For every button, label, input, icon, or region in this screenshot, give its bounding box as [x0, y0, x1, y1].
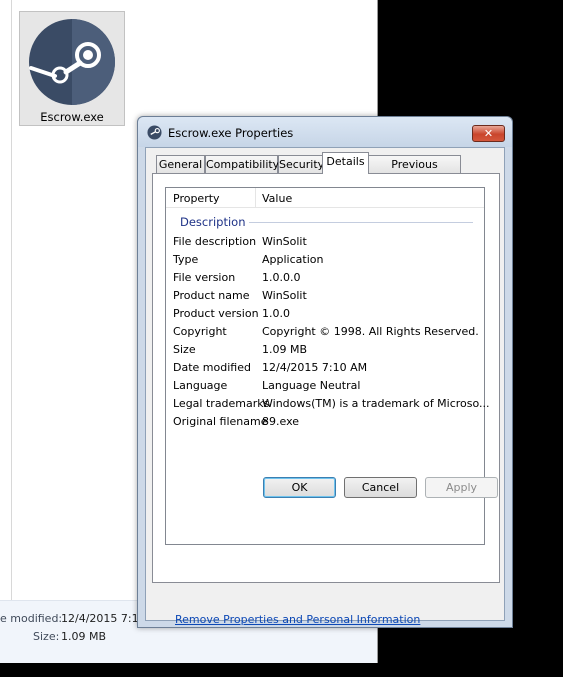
tab-details[interactable]: Details [322, 152, 369, 174]
size-value: 1.09 MB [61, 630, 107, 643]
property-value: 1.09 MB [262, 343, 308, 356]
ok-button[interactable]: OK [263, 477, 336, 498]
property-name: Product name [173, 289, 250, 302]
property-row[interactable]: File version 1.0.0.0 [166, 269, 484, 287]
date-modified-value: 12/4/2015 7:10 [61, 612, 146, 625]
property-value: Windows(TM) is a trademark of Microso... [262, 397, 490, 410]
property-name: Date modified [173, 361, 251, 374]
property-name: Product version [173, 307, 259, 320]
property-row[interactable]: Date modified 12/4/2015 7:10 AM [166, 359, 484, 377]
property-value: WinSolit [262, 235, 307, 248]
steam-icon [29, 19, 115, 105]
column-separator[interactable] [255, 188, 256, 208]
property-value: 1.0.0.0 [262, 271, 301, 284]
property-name: Size [173, 343, 196, 356]
property-row[interactable]: Product name WinSolit [166, 287, 484, 305]
property-value: Application [262, 253, 324, 266]
property-name: Language [173, 379, 228, 392]
property-row[interactable]: Legal trademarks Windows(TM) is a tradem… [166, 395, 490, 413]
property-name: Type [173, 253, 199, 266]
file-item-escrow[interactable]: Escrow.exe [19, 11, 125, 126]
property-row[interactable]: Language Language Neutral [166, 377, 484, 395]
close-button[interactable]: ✕ [472, 125, 505, 142]
remove-properties-link[interactable]: Remove Properties and Personal Informati… [175, 613, 420, 626]
dialog-titlebar[interactable]: Escrow.exe Properties ✕ [138, 117, 512, 147]
property-name: File description [173, 235, 257, 248]
property-row[interactable]: Original filename 89.exe [166, 413, 484, 431]
tab-previous-versions[interactable]: Previous Versions [368, 155, 461, 188]
apply-button[interactable]: Apply [425, 477, 498, 498]
cancel-button[interactable]: Cancel [344, 477, 417, 498]
size-label: Size: [33, 630, 60, 643]
dialog-client-area: General Compatibility Security Details P… [145, 147, 505, 626]
property-value: Copyright © 1998. All Rights Reserved. [262, 325, 479, 338]
column-header-value[interactable]: Value [262, 192, 292, 205]
steam-small-icon [147, 125, 162, 140]
explorer-left-edge [0, 0, 12, 660]
property-value: Language Neutral [262, 379, 361, 392]
property-row[interactable]: Type Application [166, 251, 484, 269]
property-value: WinSolit [262, 289, 307, 302]
date-modified-label: e modified: [0, 612, 63, 625]
property-name: Copyright [173, 325, 227, 338]
property-name: Legal trademarks [173, 397, 270, 410]
property-row[interactable]: Size 1.09 MB [166, 341, 484, 359]
property-name: File version [173, 271, 236, 284]
property-value: 89.exe [262, 415, 300, 428]
property-name: Original filename [173, 415, 268, 428]
properties-dialog: Escrow.exe Properties ✕ General Compatib… [137, 116, 513, 628]
property-row[interactable]: File description WinSolit [166, 233, 484, 251]
property-row[interactable]: Product version 1.0.0 [166, 305, 484, 323]
column-header-property[interactable]: Property [173, 192, 220, 205]
column-header-bar: Property Value [166, 188, 484, 208]
group-divider [249, 222, 473, 223]
property-value: 12/4/2015 7:10 AM [262, 361, 368, 374]
tab-compatibility[interactable]: Compatibility [205, 155, 279, 173]
property-value: 1.0.0 [262, 307, 290, 320]
dialog-title: Escrow.exe Properties [168, 126, 294, 140]
tab-security[interactable]: Security [278, 155, 324, 173]
details-tab-panel: Property Value Description File descript… [152, 173, 500, 626]
file-name-label: Escrow.exe [40, 110, 104, 124]
group-header-description[interactable]: Description [180, 215, 246, 229]
tab-general[interactable]: General [156, 155, 205, 173]
property-row[interactable]: Copyright Copyright © 1998. All Rights R… [166, 323, 484, 341]
